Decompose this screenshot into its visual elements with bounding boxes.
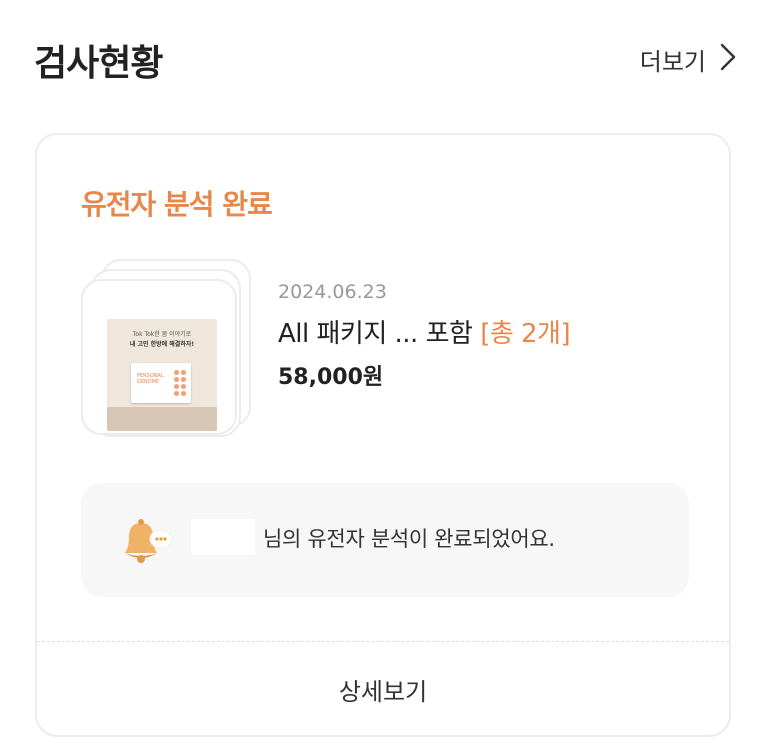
test-status-card[interactable]: 유전자 분석 완료 Tok Tok한 몸 이야기로 내 고민 한방에 해결하자!…	[35, 133, 731, 737]
product-image-stand	[107, 407, 217, 431]
product-box-text: PERSONAL GENOME	[137, 373, 164, 385]
more-link[interactable]: 더보기	[640, 42, 736, 77]
user-name-redacted	[191, 519, 255, 555]
product-image: Tok Tok한 몸 이야기로 내 고민 한방에 해결하자! PERSONAL …	[107, 319, 217, 431]
notice-box: 님의 유전자 분석이 완료되었어요.	[81, 483, 689, 597]
notice-message: 님의 유전자 분석이 완료되었어요.	[263, 527, 555, 551]
chevron-right-icon	[720, 43, 736, 77]
product-price: 58,000원	[278, 365, 384, 390]
header: 검사현황 더보기	[0, 0, 760, 120]
product-name: All 패키지 ... 포함 [총 2개]	[278, 313, 571, 350]
product-box-pattern	[173, 369, 187, 397]
status-title: 유전자 분석 완료	[81, 188, 273, 221]
product-box: PERSONAL GENOME	[131, 363, 191, 403]
product-thumbnail[interactable]: Tok Tok한 몸 이야기로 내 고민 한방에 해결하자! PERSONAL …	[81, 259, 261, 439]
product-count: [총 2개]	[480, 319, 571, 349]
product-name-text: All 패키지 ... 포함	[278, 319, 473, 349]
thumbnail-front: Tok Tok한 몸 이야기로 내 고민 한방에 해결하자! PERSONAL …	[81, 279, 237, 435]
detail-button[interactable]: 상세보기	[37, 642, 729, 737]
product-date: 2024.06.23	[278, 281, 387, 303]
product-image-line2: 내 고민 한방에 해결하자!	[129, 341, 195, 348]
page-title: 검사현황	[34, 43, 163, 84]
bell-icon	[115, 517, 175, 567]
product-image-line1: Tok Tok한 몸 이야기로	[132, 331, 192, 338]
more-label: 더보기	[639, 48, 706, 76]
